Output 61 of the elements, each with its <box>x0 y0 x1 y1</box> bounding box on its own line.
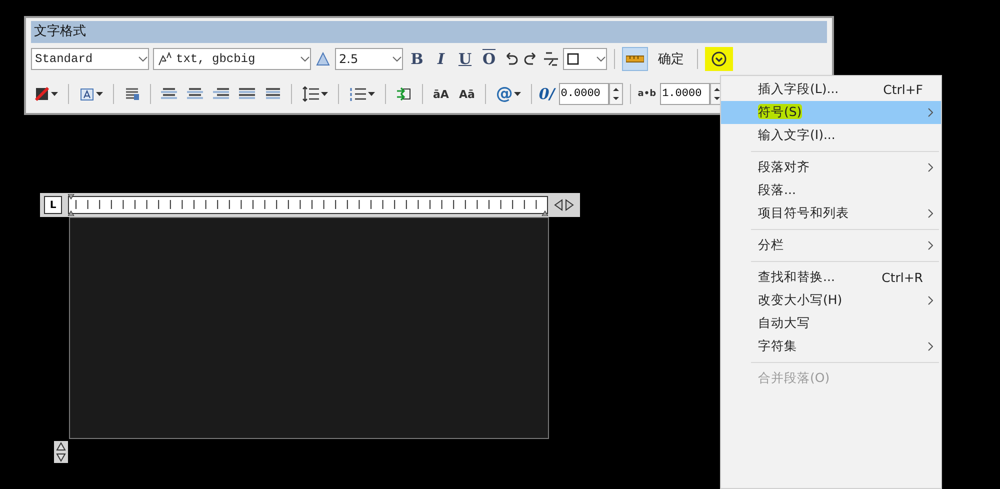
menu-item[interactable]: 分栏 <box>721 234 941 257</box>
chevron-down-icon <box>138 56 148 62</box>
options-button[interactable] <box>705 47 733 71</box>
list-icon <box>349 86 367 102</box>
format-button[interactable]: U <box>455 47 475 71</box>
caret-icon <box>368 92 375 96</box>
menu-item[interactable]: 插入字段(L)... Ctrl+F <box>721 78 941 101</box>
spinner-icon[interactable] <box>608 83 623 105</box>
number-field[interactable]: 1.0000 <box>660 83 710 105</box>
menu-item[interactable]: 符号(S) <box>721 101 941 124</box>
align-icon <box>265 87 281 101</box>
field-icon <box>396 86 412 102</box>
case-button[interactable]: āA <box>430 82 452 106</box>
ruler-scale[interactable] <box>68 194 548 216</box>
tab-type-button[interactable]: L <box>44 196 62 214</box>
ok-button[interactable]: 确定 <box>652 47 690 71</box>
height-dropdown[interactable]: 2.5 <box>335 48 403 70</box>
chevron-down-icon <box>300 56 310 62</box>
menu-item[interactable]: 段落... <box>721 179 941 202</box>
caret-icon <box>96 92 103 96</box>
stack-icon[interactable] <box>543 51 559 67</box>
menu-item[interactable]: 自动大写 <box>721 312 941 335</box>
text-frame-icon <box>79 86 95 102</box>
height-handle-icon[interactable] <box>54 441 68 463</box>
color-icon <box>34 86 50 102</box>
chevron-down-icon <box>392 56 402 62</box>
menu-item[interactable]: 项目符号和列表 <box>721 202 941 225</box>
font-icon <box>157 52 173 66</box>
square-icon <box>567 53 579 65</box>
menu-item[interactable]: 改变大小写(H) <box>721 289 941 312</box>
chevron-circle-icon <box>711 51 727 67</box>
align-icon <box>239 87 255 101</box>
symbol-button[interactable]: @ <box>492 82 524 106</box>
align-icon <box>187 87 203 101</box>
align-icon <box>213 87 229 101</box>
toolbar-title: 文字格式 <box>31 21 827 43</box>
menu-item[interactable]: 输入文字(I)... <box>721 124 941 147</box>
triangle-icon[interactable] <box>315 52 331 66</box>
format-button[interactable]: B <box>407 47 427 71</box>
line-spacing-icon <box>302 86 320 102</box>
style-dropdown[interactable]: Standard <box>31 48 149 70</box>
ruler-icon <box>626 55 644 63</box>
format-button[interactable]: O <box>479 47 499 71</box>
color-dropdown[interactable] <box>563 48 607 70</box>
menu-item[interactable]: 查找和替换... Ctrl+R <box>721 266 941 289</box>
ruler-button[interactable] <box>622 47 648 71</box>
tracking-label: a•b <box>638 89 656 99</box>
caret-icon <box>321 92 328 96</box>
paragraph-icon <box>124 86 140 102</box>
chevron-down-icon <box>596 56 606 62</box>
oblique-label: 0/ <box>538 85 555 103</box>
font-dropdown[interactable]: txt, gbcbig <box>153 48 311 70</box>
number-field[interactable]: 0.0000 <box>558 83 609 105</box>
case-button[interactable]: Aā <box>456 82 478 106</box>
caret-icon <box>51 92 58 96</box>
caret-icon <box>514 92 521 96</box>
width-handle-icon[interactable] <box>554 199 574 211</box>
align-icon <box>161 87 177 101</box>
format-button[interactable]: I <box>431 47 451 71</box>
menu-item[interactable]: 段落对齐 <box>721 156 941 179</box>
menu-item[interactable]: 字符集 <box>721 335 941 358</box>
